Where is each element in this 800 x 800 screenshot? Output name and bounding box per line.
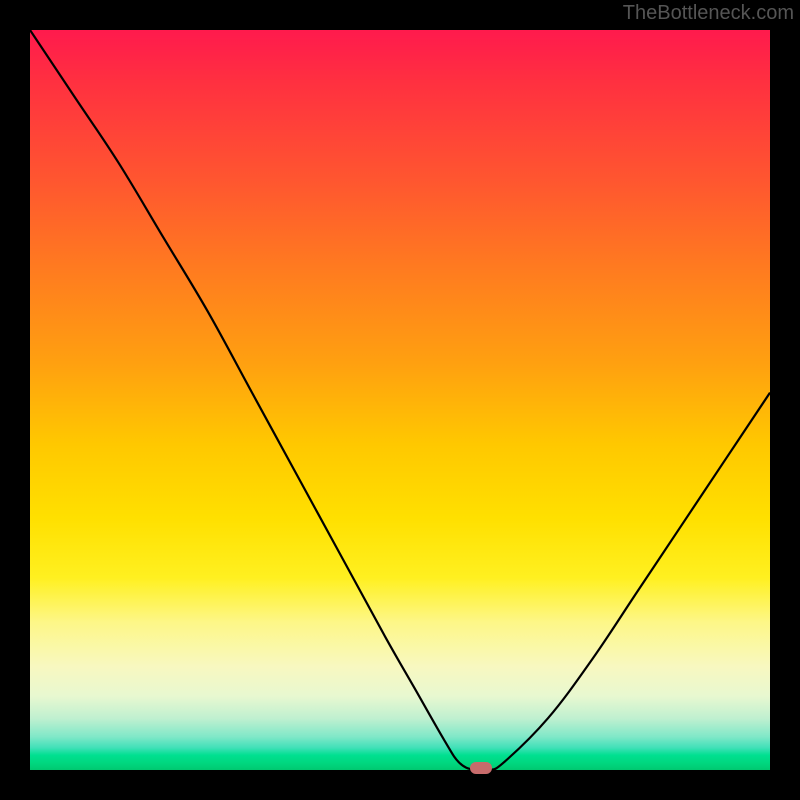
optimum-marker — [470, 762, 492, 774]
bottleneck-curve — [30, 30, 770, 770]
chart-plot-area — [30, 30, 770, 770]
watermark-text: TheBottleneck.com — [623, 2, 794, 25]
